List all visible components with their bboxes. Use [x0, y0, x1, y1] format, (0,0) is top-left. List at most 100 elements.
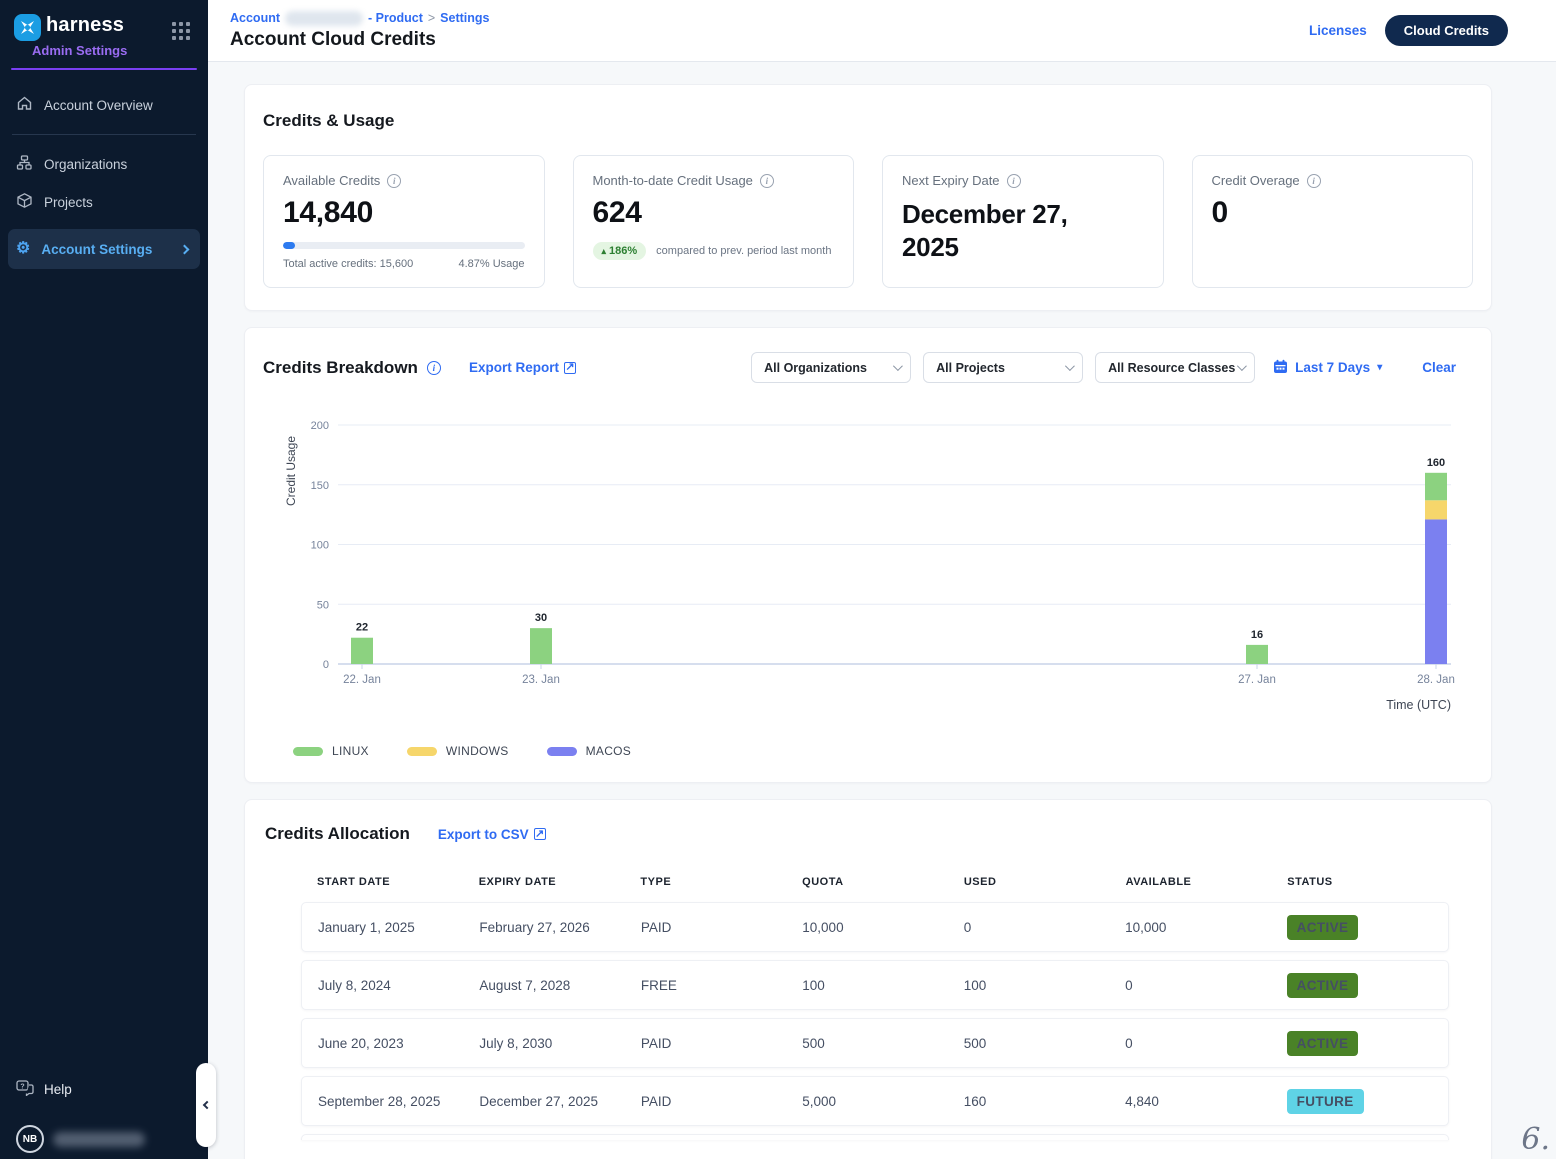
sidebar-item-account-settings[interactable]: ⚙ Account Settings	[8, 229, 200, 269]
cell-expiry: August 7, 2028	[479, 978, 640, 993]
legend-label: WINDOWS	[446, 744, 509, 758]
stat-cards-row: Available Credits i 14,840 Total active …	[263, 155, 1473, 288]
info-icon[interactable]: i	[760, 174, 774, 188]
x-tick-label: 27. Jan	[1238, 674, 1276, 686]
info-icon[interactable]: i	[427, 361, 441, 375]
delta-badge: ▴ 186%	[593, 242, 647, 260]
cell-quota: 10,000	[802, 920, 963, 935]
bar-segment-linux[interactable]	[1246, 645, 1268, 664]
triangle-down-icon: ▾	[1377, 362, 1382, 373]
breadcrumb-product[interactable]: - Product	[368, 11, 423, 25]
export-csv-link[interactable]: Export to CSV ↗	[438, 827, 546, 842]
bar-segment-linux[interactable]	[351, 638, 373, 664]
projects-filter[interactable]: All Projects	[923, 352, 1083, 383]
credits-breakdown-panel: Credits Breakdown i Export Report ↗ All …	[244, 327, 1492, 783]
brand-underline	[11, 68, 197, 70]
chart-bars[interactable]: 2222. Jan3023. Jan1627. Jan16028. Jan	[343, 457, 1455, 686]
legend-item-macos[interactable]: MACOS	[547, 744, 632, 758]
user-row[interactable]: NB	[16, 1125, 208, 1155]
next-expiry-value: December 27, 2025	[902, 198, 1117, 263]
legend-label: MACOS	[586, 744, 632, 758]
calendar-icon	[1273, 359, 1288, 377]
page-header: Account - Product > Settings Account Clo…	[208, 0, 1556, 62]
breadcrumb-account[interactable]: Account	[230, 11, 280, 25]
table-row-partial	[301, 1134, 1449, 1140]
sidebar-collapse-handle[interactable]	[196, 1063, 216, 1147]
delta-note: compared to prev. period last month	[656, 245, 831, 257]
cell-type: PAID	[641, 920, 802, 935]
organizations-icon	[16, 154, 33, 174]
sidebar-divider	[12, 134, 196, 135]
credit-overage-card: Credit Overage i 0	[1192, 155, 1474, 288]
info-icon[interactable]: i	[1007, 174, 1021, 188]
sidebar-item-organizations[interactable]: Organizations	[0, 145, 208, 183]
sidebar-item-label: Organizations	[44, 157, 127, 172]
bar-segment-macos[interactable]	[1425, 519, 1447, 664]
chart-legend: LINUX WINDOWS MACOS	[293, 744, 1491, 758]
breadcrumb-settings[interactable]: Settings	[440, 11, 489, 25]
usage-progress-fill	[283, 242, 295, 249]
app-grid-icon[interactable]	[172, 22, 190, 40]
next-expiry-card: Next Expiry Date i December 27, 2025	[882, 155, 1164, 288]
chevron-down-icon	[1065, 361, 1075, 371]
cell-type: FREE	[641, 978, 802, 993]
date-range-picker[interactable]: Last 7 Days ▾	[1273, 359, 1382, 377]
cell-status: ACTIVE	[1287, 1031, 1448, 1056]
cell-used: 0	[964, 920, 1125, 935]
brand[interactable]: harness	[14, 14, 124, 41]
info-icon[interactable]: i	[1307, 174, 1321, 188]
avatar: NB	[16, 1125, 44, 1153]
external-link-icon: ↗	[534, 828, 546, 840]
external-link-icon: ↗	[564, 362, 576, 374]
gear-icon: ⚙	[16, 241, 30, 257]
column-header-expiry-date: EXPIRY DATE	[479, 876, 641, 888]
cell-expiry: February 27, 2026	[479, 920, 640, 935]
bar-segment-windows[interactable]	[1425, 500, 1447, 519]
sidebar-item-label: Projects	[44, 195, 93, 210]
bar-total-label: 160	[1427, 457, 1445, 469]
cell-type: PAID	[641, 1036, 802, 1051]
chevron-down-icon	[893, 361, 903, 371]
usage-percent: 4.87% Usage	[458, 258, 524, 270]
sidebar-bottom: ? Help NB	[0, 1080, 208, 1159]
bar-segment-linux[interactable]	[530, 628, 552, 664]
info-icon[interactable]: i	[387, 174, 401, 188]
svg-text:50: 50	[317, 599, 329, 611]
cloud-credits-button[interactable]: Cloud Credits	[1385, 15, 1508, 46]
svg-text:100: 100	[311, 540, 329, 552]
header-right: Licenses Cloud Credits	[1309, 15, 1508, 46]
sidebar-nav: Account Overview Organizations	[0, 86, 208, 269]
chevron-down-icon	[1237, 361, 1247, 371]
licenses-link[interactable]: Licenses	[1309, 23, 1367, 38]
credit-usage-chart[interactable]: 050100150200Credit Usage2222. Jan3023. J…	[281, 411, 1491, 718]
legend-label: LINUX	[332, 744, 369, 758]
help-label: Help	[44, 1082, 72, 1097]
svg-text:150: 150	[311, 480, 329, 492]
available-credits-card: Available Credits i 14,840 Total active …	[263, 155, 545, 288]
triangle-up-icon: ▴	[602, 246, 607, 257]
clear-filters-link[interactable]: Clear	[1422, 360, 1456, 375]
resource-classes-filter[interactable]: All Resource Classes	[1095, 352, 1255, 383]
help-button[interactable]: ? Help	[16, 1080, 208, 1099]
main-area: Account - Product > Settings Account Clo…	[208, 0, 1556, 1159]
status-badge: FUTURE	[1287, 1089, 1364, 1114]
projects-icon	[16, 192, 33, 212]
total-active-credits: Total active credits: 15,600	[283, 258, 413, 270]
sidebar-item-projects[interactable]: Projects	[0, 183, 208, 221]
table-row: September 28, 2025December 27, 2025PAID5…	[301, 1076, 1449, 1126]
export-report-link[interactable]: Export Report ↗	[469, 360, 576, 375]
legend-item-windows[interactable]: WINDOWS	[407, 744, 509, 758]
organizations-filter[interactable]: All Organizations	[751, 352, 911, 383]
cell-expiry: December 27, 2025	[479, 1094, 640, 1109]
sidebar: harness Admin Settings Account Overview	[0, 0, 208, 1159]
legend-item-linux[interactable]: LINUX	[293, 744, 369, 758]
svg-text:?: ?	[20, 1083, 24, 1090]
sidebar-item-account-overview[interactable]: Account Overview	[0, 86, 208, 124]
chart-svg[interactable]: 050100150200Credit Usage2222. Jan3023. J…	[281, 411, 1471, 713]
breakdown-header: Credits Breakdown i Export Report ↗ All …	[245, 352, 1491, 383]
cell-start: June 20, 2023	[318, 1036, 479, 1051]
table-row: January 1, 2025February 27, 2026PAID10,0…	[301, 902, 1449, 952]
stat-label: Available Credits	[283, 173, 380, 188]
app-root: harness Admin Settings Account Overview	[0, 0, 1556, 1159]
bar-segment-linux[interactable]	[1425, 473, 1447, 500]
